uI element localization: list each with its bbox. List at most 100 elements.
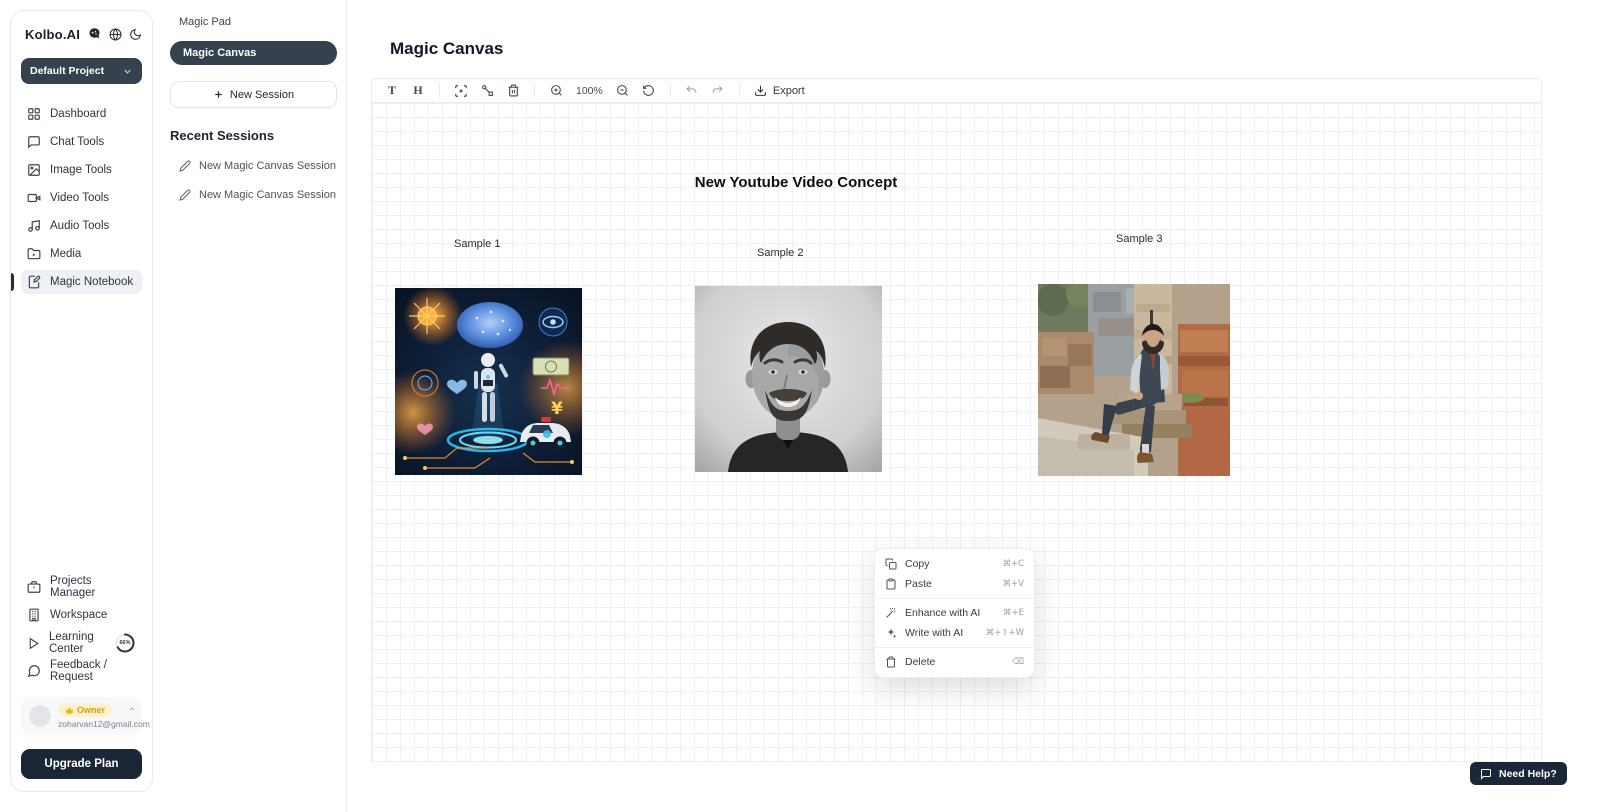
music-note-icon (27, 219, 41, 233)
sidebar-item-magic-notebook[interactable]: Magic Notebook (21, 270, 142, 294)
delete-tool-button[interactable] (502, 81, 524, 100)
sample-label[interactable]: Sample 3 (1116, 233, 1162, 245)
user-card[interactable]: Owner zoharvan12@gmail.com (21, 697, 142, 735)
sidebar-item-workspace[interactable]: Workspace (21, 603, 142, 627)
context-menu-divider (875, 647, 1034, 648)
sidebar-item-audio-tools[interactable]: Audio Tools (21, 214, 142, 238)
canvas-image-man-on-ruins[interactable] (1038, 284, 1230, 476)
sidebar-item-label: Chat Tools (50, 136, 104, 148)
sidebar-item-label: Feedback / Request (50, 659, 136, 683)
session-item-label: New Magic Canvas Session (199, 160, 336, 172)
session-item-label: New Magic Canvas Session (199, 189, 336, 201)
sidebar-item-projects-manager[interactable]: Projects Manager (21, 575, 142, 599)
context-menu-enhance-with-ai[interactable]: Enhance with AI ⌘+E (875, 603, 1034, 623)
sidebar-item-feedback-request[interactable]: Feedback / Request (21, 659, 142, 683)
zoom-out-icon (616, 84, 629, 97)
sidebar-nav: Dashboard Chat Tools Image Tools Video T… (21, 102, 142, 294)
sidebar-item-media[interactable]: Media (21, 242, 142, 266)
sparkles-icon (885, 627, 897, 639)
upgrade-plan-button[interactable]: Upgrade Plan (21, 749, 142, 779)
download-icon (754, 84, 767, 97)
dark-mode-moon-icon[interactable] (129, 28, 142, 41)
context-menu-label: Paste (905, 578, 932, 590)
user-email: zoharvan12@gmail.com (58, 719, 150, 729)
user-info: Owner zoharvan12@gmail.com (58, 703, 134, 729)
sample-label[interactable]: Sample 2 (757, 247, 803, 259)
project-selector[interactable]: Default Project (21, 58, 142, 84)
magic-wand-icon (885, 607, 897, 619)
owner-badge-label: Owner (77, 705, 105, 715)
sidebar-item-label: Video Tools (50, 192, 109, 204)
tool-group-label: Magic Pad (179, 16, 336, 28)
sidebar-item-chat-tools[interactable]: Chat Tools (21, 130, 142, 154)
context-menu-write-with-ai[interactable]: Write with AI ⌘+⇧+W (875, 623, 1034, 643)
tab-magic-canvas[interactable]: Magic Canvas (170, 41, 337, 65)
sidebar-item-label: Image Tools (50, 164, 112, 176)
globe-icon[interactable] (109, 28, 122, 41)
avatar (29, 705, 51, 727)
board-title[interactable]: New Youtube Video Concept (691, 174, 901, 191)
toolbar-separator (534, 83, 535, 98)
play-icon (27, 637, 40, 650)
image-icon (27, 163, 41, 177)
svg-text:¥: ¥ (551, 399, 563, 419)
context-menu-delete[interactable]: Delete ⌫ (875, 652, 1034, 672)
flow-connector-icon (481, 84, 494, 97)
sidebar-item-label: Projects Manager (50, 575, 136, 599)
undo-button[interactable] (681, 81, 703, 100)
connector-tool-button[interactable] (476, 81, 498, 100)
context-menu-paste[interactable]: Paste ⌘+V (875, 574, 1034, 594)
context-menu-shortcut: ⌘+E (1003, 608, 1024, 618)
canvas-toolbar: T H 100% Export (371, 78, 1542, 103)
sidebar-item-video-tools[interactable]: Video Tools (21, 186, 142, 210)
context-menu-label: Enhance with AI (905, 607, 980, 619)
ai-select-button[interactable] (450, 81, 472, 100)
sidebar-footer: Projects Manager Workspace Learning Cent… (21, 575, 142, 779)
export-button[interactable]: Export (750, 84, 809, 97)
chat-icon (27, 135, 41, 149)
zoom-level: 100% (571, 85, 608, 97)
toolbar-separator (439, 83, 440, 98)
sidebar-item-label: Media (50, 248, 81, 260)
text-tool-button[interactable]: T (381, 81, 403, 100)
new-session-button[interactable]: New Session (170, 81, 337, 108)
sidebar-item-dashboard[interactable]: Dashboard (21, 102, 142, 126)
sample-label[interactable]: Sample 1 (454, 238, 500, 250)
sidebar-item-label: Workspace (50, 609, 107, 621)
trash-icon (507, 84, 520, 97)
heading-tool-button[interactable]: H (407, 81, 429, 100)
context-menu-label: Write with AI (905, 627, 963, 639)
context-menu-copy[interactable]: Copy ⌘+C (875, 554, 1034, 574)
zoom-in-button[interactable] (545, 81, 567, 100)
redo-button[interactable] (707, 81, 729, 100)
recent-sessions-title: Recent Sessions (170, 128, 336, 143)
need-help-button[interactable]: Need Help? (1470, 762, 1567, 785)
sparkles-icon (885, 627, 897, 639)
magic-canvas-board[interactable]: New Youtube Video Concept Sample 1 Sampl… (371, 103, 1542, 762)
learning-progress-ring: 66% (114, 632, 136, 654)
context-menu-shortcut: ⌫ (1012, 657, 1024, 667)
sessions-panel: Magic Pad Magic Canvas New Session Recen… (155, 0, 347, 812)
zoom-out-button[interactable] (612, 81, 634, 100)
sidebar-item-learning-center[interactable]: Learning Center 66% (21, 631, 142, 655)
canvas-image-portrait[interactable] (695, 286, 882, 472)
chevron-up-icon (128, 705, 136, 713)
need-help-label: Need Help? (1499, 768, 1557, 780)
feedback-bubble-icon (27, 664, 41, 678)
export-label: Export (773, 85, 805, 97)
chevron-down-icon (122, 66, 133, 77)
session-item[interactable]: New Magic Canvas Session (179, 160, 336, 172)
context-menu-label: Copy (905, 558, 930, 570)
canvas-image-ai-concept[interactable]: ¥ (395, 288, 582, 475)
ai-scan-icon (454, 84, 468, 98)
sidebar-item-image-tools[interactable]: Image Tools (21, 158, 142, 182)
session-item[interactable]: New Magic Canvas Session (179, 189, 336, 201)
text-tool-glyph: T (388, 83, 396, 98)
brand-logo: Kolbo.AI (25, 27, 80, 42)
reset-view-button[interactable] (638, 81, 660, 100)
clipboard-icon (885, 578, 897, 590)
brain-logo-icon (87, 27, 102, 42)
context-menu: Copy ⌘+C Paste ⌘+V Enhance with AI ⌘+E W… (874, 548, 1035, 678)
sidebar-item-label: Audio Tools (50, 220, 109, 232)
sidebar-item-label: Dashboard (50, 108, 106, 120)
